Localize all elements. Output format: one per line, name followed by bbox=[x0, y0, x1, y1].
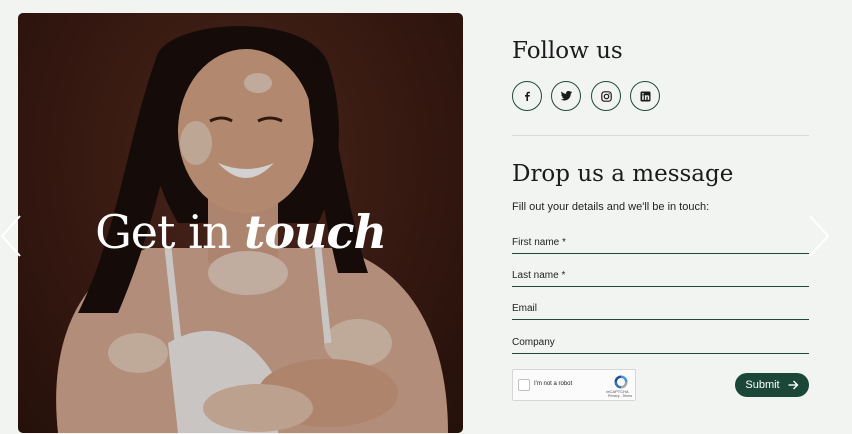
instagram-icon bbox=[600, 90, 612, 102]
recaptcha-label: I'm not a robot bbox=[534, 381, 573, 387]
last-name-field[interactable] bbox=[512, 267, 809, 287]
arrow-right-icon bbox=[788, 380, 799, 390]
follow-title: Follow us bbox=[512, 38, 623, 64]
instagram-link[interactable] bbox=[591, 81, 621, 111]
hero-title-main: Get in bbox=[95, 205, 245, 259]
recaptcha-widget: I'm not a robot reCAPTCHA Privacy - Term… bbox=[512, 369, 636, 401]
chevron-right-icon bbox=[809, 215, 830, 257]
twitter-icon bbox=[560, 91, 572, 101]
hero-image: Get in touch bbox=[18, 13, 463, 433]
twitter-link[interactable] bbox=[551, 81, 581, 111]
hero-title-emphasis: touch bbox=[244, 205, 387, 259]
linkedin-icon bbox=[640, 91, 650, 101]
linkedin-link[interactable] bbox=[630, 81, 660, 111]
carousel-next-button[interactable] bbox=[806, 212, 830, 260]
chevron-left-icon bbox=[0, 215, 21, 257]
recaptcha-links[interactable]: Privacy - Terms bbox=[608, 394, 632, 398]
recaptcha-icon bbox=[614, 375, 628, 389]
section-divider bbox=[512, 135, 809, 136]
first-name-field[interactable] bbox=[512, 234, 809, 254]
recaptcha-checkbox[interactable] bbox=[518, 379, 530, 391]
message-subtitle: Fill out your details and we'll be in to… bbox=[512, 201, 710, 213]
carousel-prev-button[interactable] bbox=[0, 212, 24, 260]
facebook-icon bbox=[525, 91, 530, 101]
message-title: Drop us a message bbox=[512, 161, 734, 187]
facebook-link[interactable] bbox=[512, 81, 542, 111]
submit-label: Submit bbox=[745, 379, 780, 391]
company-field[interactable] bbox=[512, 334, 809, 354]
hero-title: Get in touch bbox=[18, 205, 463, 259]
submit-button[interactable]: Submit bbox=[735, 373, 809, 397]
email-field[interactable] bbox=[512, 300, 809, 320]
